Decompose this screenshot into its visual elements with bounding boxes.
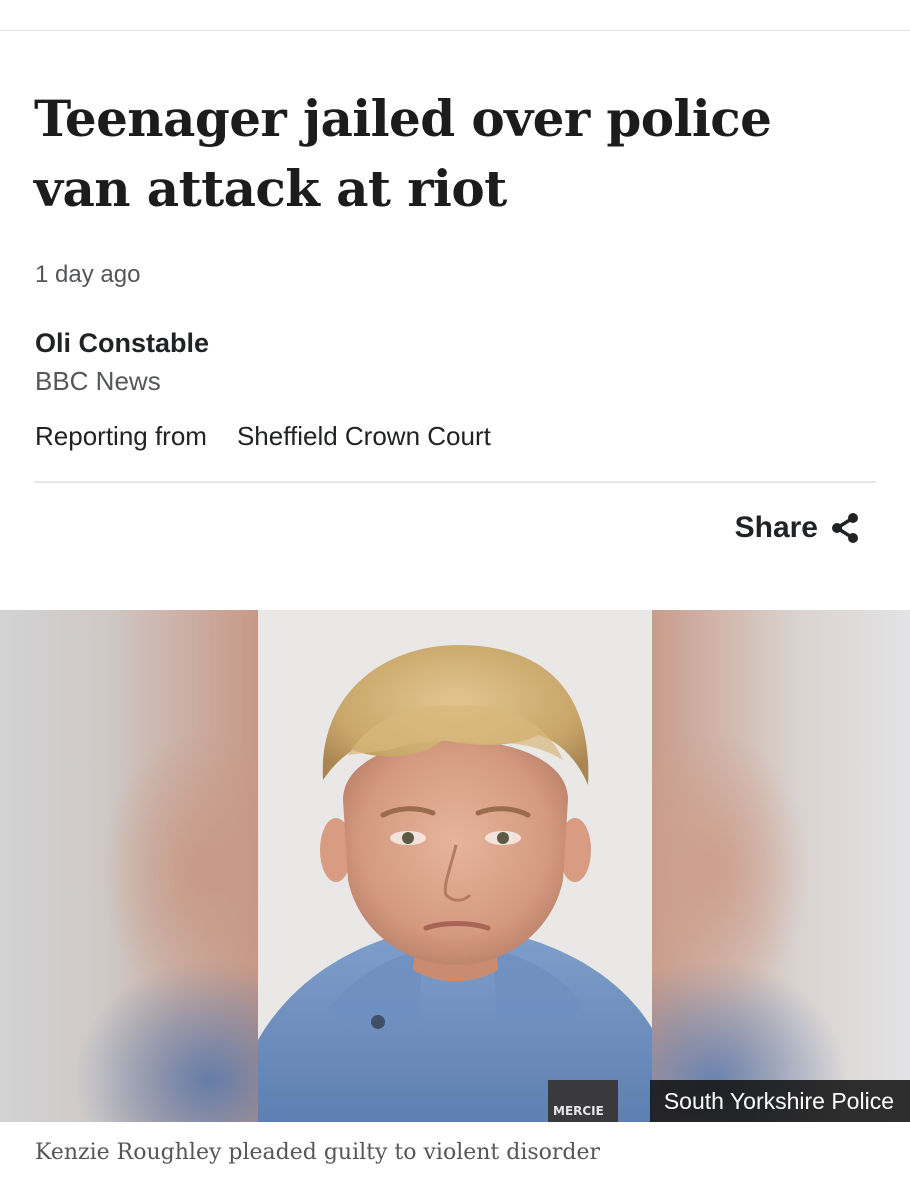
image-caption: Kenzie Roughley pleaded guilty to violen… <box>35 1140 601 1165</box>
byline-divider <box>34 481 876 483</box>
photo-credit: South Yorkshire Police <box>649 1080 910 1122</box>
reporting-location: Sheffield Crown Court <box>236 421 491 451</box>
top-divider <box>0 30 910 31</box>
author-organisation: BBC News <box>35 366 161 396</box>
reporting-label: Reporting from <box>35 421 207 451</box>
author-name: Oli Constable <box>35 328 210 358</box>
reporting-from: Reporting from Sheffield Crown Court <box>35 419 491 453</box>
blurred-background-left <box>0 610 258 1122</box>
blurred-background-right <box>652 610 910 1122</box>
share-label: Share <box>734 511 818 544</box>
mugshot-photo: MERCIE <box>258 610 653 1122</box>
share-icon <box>830 512 860 544</box>
publish-timestamp: 1 day ago <box>35 261 141 288</box>
share-button[interactable]: Share <box>735 506 860 550</box>
article-image[interactable]: MERCIE South Yorkshire Police <box>0 610 910 1122</box>
article-headline: Teenager jailed over police van attack a… <box>34 89 772 218</box>
clothing-text: MERCIE <box>553 1104 604 1118</box>
